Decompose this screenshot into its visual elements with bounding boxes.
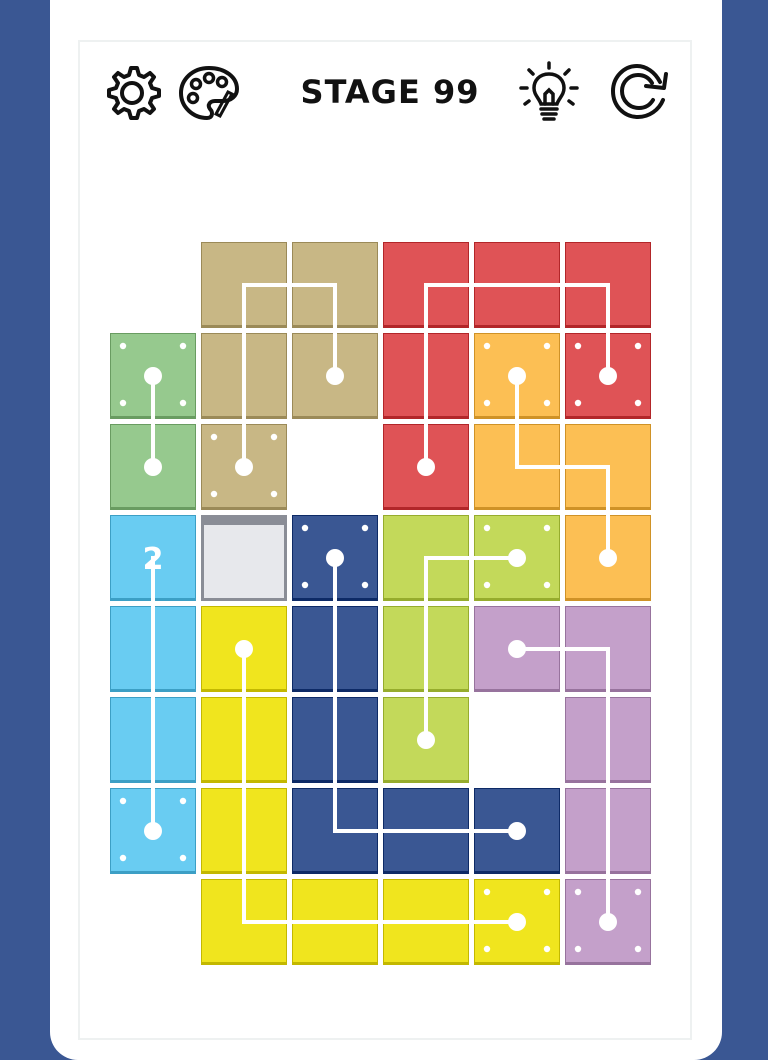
tile-red-r2c3[interactable]: [383, 424, 469, 510]
tile-sky-r3c0[interactable]: [110, 515, 196, 601]
corner-dot: [543, 342, 551, 350]
corner-dot: [543, 945, 551, 953]
tile-yellow-r7c2[interactable]: [292, 879, 378, 965]
tile-green-r1c0[interactable]: [110, 333, 196, 419]
tile-lime-r3c3[interactable]: [383, 515, 469, 601]
tile-red-r0c4[interactable]: [474, 242, 560, 328]
tile-navy-r5c2[interactable]: [292, 697, 378, 783]
tile-navy-r6c3[interactable]: [383, 788, 469, 874]
corner-dot: [634, 945, 642, 953]
corner-dot: [179, 399, 187, 407]
tile-navy-r6c4[interactable]: [474, 788, 560, 874]
corner-dot: [270, 433, 278, 441]
tile-orange-r2c4[interactable]: [474, 424, 560, 510]
tile-orange-r1c4[interactable]: [474, 333, 560, 419]
corner-dot: [301, 524, 309, 532]
corner-dot: [210, 490, 218, 498]
tile-red-r1c5[interactable]: [565, 333, 651, 419]
corner-dot: [483, 581, 491, 589]
palette-button[interactable]: [176, 60, 242, 126]
tile-tan-r2c1[interactable]: [201, 424, 287, 510]
tile-purple-r7c5[interactable]: [565, 879, 651, 965]
corner-dot: [361, 581, 369, 589]
corner-dot: [543, 399, 551, 407]
corner-dot: [119, 854, 127, 862]
corner-dot: [543, 888, 551, 896]
corner-dot: [574, 945, 582, 953]
tile-lime-r3c4[interactable]: [474, 515, 560, 601]
palette-icon: [179, 66, 239, 120]
corner-dot: [574, 888, 582, 896]
corner-dot: [270, 490, 278, 498]
corner-dot: [543, 524, 551, 532]
hint-button[interactable]: [516, 60, 582, 126]
corner-dot: [361, 524, 369, 532]
corner-dot: [483, 524, 491, 532]
tile-yellow-r7c3[interactable]: [383, 879, 469, 965]
corner-dot: [483, 399, 491, 407]
tile-tan-r1c2[interactable]: [292, 333, 378, 419]
tile-red-r1c3[interactable]: [383, 333, 469, 419]
tile-sky-r5c0[interactable]: [110, 697, 196, 783]
corner-dot: [179, 797, 187, 805]
corner-dot: [483, 945, 491, 953]
tile-red-r0c5[interactable]: [565, 242, 651, 328]
tile-yellow-r7c1[interactable]: [201, 879, 287, 965]
tile-yellow-r6c1[interactable]: [201, 788, 287, 874]
restart-button[interactable]: [608, 60, 674, 126]
stage-title: STAGE 99: [300, 73, 480, 111]
corner-dot: [301, 581, 309, 589]
tile-yellow-r7c4[interactable]: [474, 879, 560, 965]
tile-purple-r5c5[interactable]: [565, 697, 651, 783]
tile-orange-r3c5[interactable]: [565, 515, 651, 601]
tile-sky-r4c0[interactable]: [110, 606, 196, 692]
tile-yellow-r4c1[interactable]: [201, 606, 287, 692]
settings-button[interactable]: [99, 60, 165, 126]
tile-navy-r6c2[interactable]: [292, 788, 378, 874]
tile-tan-r0c1[interactable]: [201, 242, 287, 328]
corner-dot: [483, 342, 491, 350]
tile-navy-r3c2[interactable]: [292, 515, 378, 601]
corner-dot: [119, 797, 127, 805]
corner-dot: [179, 854, 187, 862]
tile-empty-r3c1[interactable]: [201, 515, 287, 601]
corner-dot: [119, 342, 127, 350]
lightbulb-icon: [519, 61, 579, 121]
corner-dot: [634, 399, 642, 407]
tile-tan-r0c2[interactable]: [292, 242, 378, 328]
corner-dot: [543, 581, 551, 589]
corner-dot: [119, 399, 127, 407]
corner-dot: [634, 888, 642, 896]
tile-yellow-r5c1[interactable]: [201, 697, 287, 783]
tile-sky-r6c0[interactable]: [110, 788, 196, 874]
tile-green-r2c0[interactable]: [110, 424, 196, 510]
gear-icon: [107, 66, 161, 120]
tile-purple-r4c4[interactable]: [474, 606, 560, 692]
corner-dot: [574, 342, 582, 350]
tile-lime-r5c3[interactable]: [383, 697, 469, 783]
corner-dot: [483, 888, 491, 896]
tile-tan-r1c1[interactable]: [201, 333, 287, 419]
corner-dot: [210, 433, 218, 441]
tile-orange-r2c5[interactable]: [565, 424, 651, 510]
tile-purple-r4c5[interactable]: [565, 606, 651, 692]
tile-red-r0c3[interactable]: [383, 242, 469, 328]
restart-icon: [611, 64, 668, 119]
tile-lime-r4c3[interactable]: [383, 606, 469, 692]
corner-dot: [179, 342, 187, 350]
corner-dot: [634, 342, 642, 350]
tile-navy-r4c2[interactable]: [292, 606, 378, 692]
corner-dot: [574, 399, 582, 407]
tile-purple-r6c5[interactable]: [565, 788, 651, 874]
